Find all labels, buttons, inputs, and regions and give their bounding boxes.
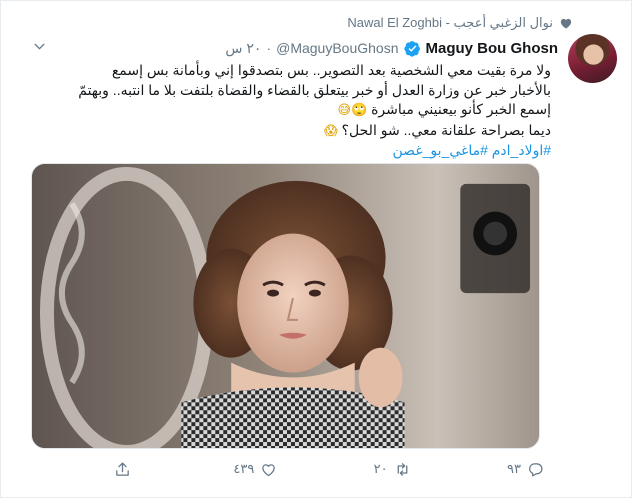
tweet-card[interactable]: Nawal El Zoghbi - نوال الزغبي أعجب Maguy… (0, 0, 632, 498)
share-icon (116, 461, 129, 476)
avatar[interactable] (568, 34, 617, 83)
reply-button[interactable]: ٩٣ (507, 461, 544, 478)
tweet-text: ولا مرة بقيت معي الشخصية بعد التصوير.. ب… (31, 61, 551, 161)
separator-dot: · (266, 40, 272, 56)
hashtags[interactable]: #اولاد_ادم #ماغي_بو_غصن (31, 141, 551, 161)
tweet-header: Maguy Bou Ghosn @MaguyBouGhosn · ٢٠ س (225, 38, 558, 58)
timestamp[interactable]: ٢٠ س (225, 40, 261, 57)
social-context[interactable]: Nawal El Zoghbi - نوال الزغبي أعجب (347, 14, 573, 32)
handle[interactable]: @MaguyBouGhosn (276, 40, 398, 56)
chevron-down-icon[interactable] (33, 40, 46, 53)
tweet-line-4: ديما بصراحة علقانة معي.. شو الحل؟ 😱 (31, 121, 551, 142)
tweet-line-4-text: ديما بصراحة علقانة معي.. شو الحل؟ (341, 121, 551, 138)
like-count: ٤٣٩ (233, 461, 255, 476)
reply-count: ٩٣ (507, 461, 521, 476)
tweet-line-2: بالأخبار خبر عن وزارة العدل أو خبر بيتعل… (78, 81, 551, 98)
tweet-photo[interactable] (31, 163, 540, 449)
retweet-button[interactable]: ٢٠ (374, 461, 411, 478)
reply-icon (529, 462, 543, 477)
like-heart-icon (262, 463, 276, 476)
display-name[interactable]: Maguy Bou Ghosn (426, 40, 559, 57)
heart-icon (560, 18, 572, 29)
photo-illustration (32, 164, 539, 448)
emoji-group: 🙄😅 (337, 103, 368, 118)
tweet-line-3: إسمع الخبر كأنو بيعنيني مباشرة 🙄😅 (31, 100, 551, 121)
like-button[interactable]: ٤٣٩ (233, 461, 277, 478)
share-button[interactable] (114, 461, 137, 478)
emoji-scream: 😱 (324, 123, 338, 139)
action-bar: ٤٣٩ ٢٠ ٩٣ (114, 459, 544, 479)
tweet-line-1: ولا مرة بقيت معي الشخصية بعد التصوير.. ب… (111, 62, 551, 78)
verified-badge-icon (403, 40, 420, 57)
retweet-count: ٢٠ (373, 461, 388, 476)
tweet-line-3-text: إسمع الخبر كأنو بيعنيني مباشرة (371, 101, 551, 117)
retweet-icon (397, 462, 408, 476)
social-context-text: Nawal El Zoghbi - نوال الزغبي أعجب (347, 15, 553, 30)
